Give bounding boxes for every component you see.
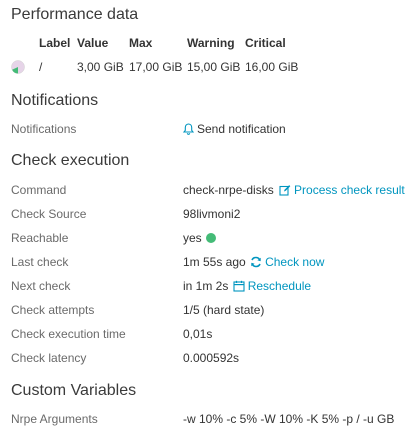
- last-check-value: 1m 55s ago: [183, 255, 246, 269]
- command-label: Command: [11, 183, 67, 197]
- next-check-row: Next check in 1m 2s Reschedule: [11, 279, 406, 295]
- perf-warning: 15,00 GiB: [187, 60, 241, 74]
- command-row: Command check-nrpe-disks Process check r…: [11, 183, 406, 199]
- reschedule-link[interactable]: Reschedule: [232, 279, 311, 293]
- perf-critical: 16,00 GiB: [245, 60, 299, 74]
- performance-data-table: Label Value Max Warning Critical / 3,00 …: [11, 36, 406, 78]
- check-latency-row: Check latency 0.000592s: [11, 351, 406, 367]
- command-value: check-nrpe-disks: [183, 183, 274, 197]
- usage-pie-icon: [11, 60, 25, 74]
- performance-table-header: Label Value Max Warning Critical: [11, 36, 406, 54]
- next-check-value-wrap: in 1m 2s Reschedule: [183, 279, 311, 293]
- execution-time-label: Check execution time: [11, 327, 126, 341]
- nrpe-arguments-value: -w 10% -c 5% -W 10% -K 5% -p / -u GB: [183, 412, 395, 426]
- last-check-value-wrap: 1m 55s ago Check now: [183, 255, 324, 269]
- check-attempts-value: 1/5 (hard state): [183, 303, 265, 317]
- check-latency-label: Check latency: [11, 351, 87, 365]
- nrpe-arguments-label: Nrpe Arguments: [11, 412, 98, 426]
- edit-icon: [279, 185, 291, 196]
- check-attempts-label: Check attempts: [11, 303, 95, 317]
- reachable-value-wrap: yes: [183, 231, 216, 245]
- check-source-label: Check Source: [11, 207, 87, 221]
- custom-variables-title: Custom Variables: [11, 382, 137, 399]
- process-check-result-link[interactable]: Process check result: [277, 183, 405, 197]
- check-now-label: Check now: [265, 255, 325, 269]
- reachable-value: yes: [183, 231, 202, 245]
- send-notification-link[interactable]: Send notification: [183, 122, 286, 136]
- refresh-icon: [251, 256, 261, 268]
- next-check-value: in 1m 2s: [183, 279, 229, 293]
- header-label: Label: [39, 36, 71, 50]
- reachable-label: Reachable: [11, 231, 69, 245]
- reachable-row: Reachable yes: [11, 231, 406, 247]
- notifications-row: Notifications Send notification: [11, 122, 406, 138]
- check-now-link[interactable]: Check now: [249, 255, 324, 269]
- perf-label: /: [39, 60, 43, 74]
- execution-time-row: Check execution time 0,01s: [11, 327, 406, 343]
- reachable-status-dot-icon: [205, 233, 216, 243]
- header-warning: Warning: [187, 36, 235, 50]
- perf-value: 3,00 GiB: [77, 60, 124, 74]
- nrpe-arguments-row: Nrpe Arguments -w 10% -c 5% -W 10% -K 5%…: [11, 412, 406, 428]
- check-source-value: 98livmoni2: [183, 207, 241, 221]
- check-latency-value: 0.000592s: [183, 351, 240, 365]
- bell-icon: [183, 123, 194, 135]
- performance-data-title: Performance data: [11, 6, 139, 23]
- last-check-label: Last check: [11, 255, 69, 269]
- check-attempts-row: Check attempts 1/5 (hard state): [11, 303, 406, 319]
- table-row: / 3,00 GiB 17,00 GiB 15,00 GiB 16,00 GiB: [11, 60, 406, 78]
- header-max: Max: [129, 36, 153, 50]
- send-notification-label: Send notification: [197, 122, 286, 136]
- last-check-row: Last check 1m 55s ago Check now: [11, 255, 406, 271]
- reschedule-label: Reschedule: [247, 279, 312, 293]
- execution-time-value: 0,01s: [183, 327, 213, 341]
- notifications-label: Notifications: [11, 122, 77, 136]
- header-critical: Critical: [245, 36, 286, 50]
- check-source-row: Check Source 98livmoni2: [11, 207, 406, 223]
- next-check-label: Next check: [11, 279, 71, 293]
- check-execution-title: Check execution: [11, 152, 130, 169]
- header-value: Value: [77, 36, 109, 50]
- calendar-icon: [233, 280, 245, 292]
- process-check-result-label: Process check result: [294, 183, 405, 197]
- perf-max: 17,00 GiB: [129, 60, 183, 74]
- notifications-title: Notifications: [11, 92, 99, 109]
- command-value-wrap: check-nrpe-disks Process check result: [183, 183, 405, 197]
